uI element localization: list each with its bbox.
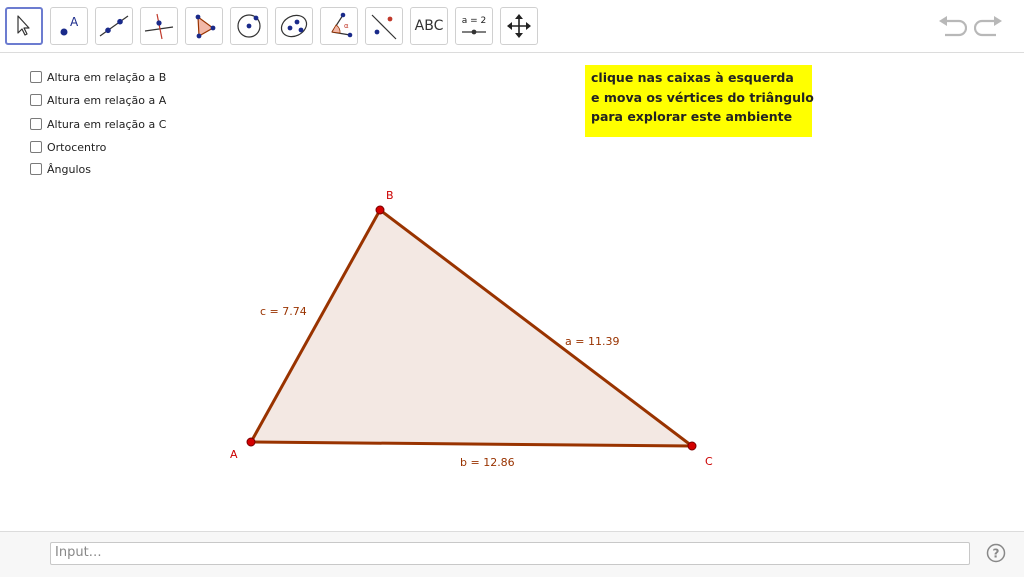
checkbox-label: Altura em relação a A: [47, 93, 167, 107]
checkbox-altura-b[interactable]: Altura em relação a B: [30, 69, 166, 85]
perpendicular-line-icon: [144, 13, 174, 40]
cursor-arrow-icon: [17, 15, 30, 36]
slider-tool-button[interactable]: a = 2: [455, 7, 493, 45]
perpendicular-line-tool-button[interactable]: [140, 7, 178, 45]
checkbox-ortocentro[interactable]: Ortocentro: [30, 139, 106, 155]
checkbox-altura-a[interactable]: Altura em relação a A: [30, 92, 166, 108]
side-label-a: a = 11.39: [565, 335, 619, 348]
polygon-icon: [195, 14, 216, 39]
move-arrows-icon: [507, 14, 531, 38]
svg-text:α: α: [344, 22, 349, 30]
note-line: clique nas caixas à esquerda: [591, 70, 794, 85]
checkbox-label: Altura em relação a B: [47, 70, 167, 84]
help-icon[interactable]: ?: [986, 543, 1006, 563]
checkbox-label: Ortocentro: [47, 140, 107, 154]
checkbox-box[interactable]: [30, 94, 42, 106]
vertex-label-B: B: [386, 189, 394, 202]
polygon-tool-button[interactable]: [185, 7, 223, 45]
input-bar: Input… ?: [0, 531, 1024, 577]
note-line: e mova os vértices do triângulo: [591, 89, 814, 105]
line-tool-button[interactable]: [95, 7, 133, 45]
checkbox-box[interactable]: [30, 71, 42, 83]
slider-icon: a = 2: [462, 16, 487, 35]
checkbox-box[interactable]: [30, 141, 42, 153]
vertex-A[interactable]: [246, 437, 256, 447]
redo-icon: [974, 16, 1002, 37]
point-tool-button[interactable]: A: [50, 7, 88, 45]
note-line: para explorar este ambiente: [591, 109, 793, 124]
redo-button[interactable]: [974, 14, 1004, 40]
ellipse-tool-button[interactable]: [275, 7, 313, 45]
triangle-polygon[interactable]: [251, 210, 692, 446]
reflect-about-line-icon: [371, 14, 397, 40]
checkbox-box[interactable]: [30, 118, 42, 130]
checkbox-label: Altura em relação a C: [47, 117, 167, 131]
side-label-b: b = 12.86: [460, 456, 515, 469]
text-icon: ABC: [414, 18, 444, 34]
vertex-B[interactable]: [375, 205, 385, 215]
angle-icon: α: [331, 12, 353, 38]
line-through-points-icon: [99, 15, 129, 37]
instruction-note: clique nas caixas à esquerda e mova os v…: [585, 65, 814, 137]
text-tool-button[interactable]: ABC: [410, 7, 448, 45]
toolbar: A α ABC a = 2: [0, 0, 1024, 53]
checkbox-altura-c[interactable]: Altura em relação a C: [30, 116, 166, 132]
reflect-tool-button[interactable]: [365, 7, 403, 45]
checkbox-angulos[interactable]: Ângulos: [30, 161, 91, 177]
angle-tool-button[interactable]: α: [320, 7, 358, 45]
svg-text:A: A: [70, 15, 79, 29]
circle-tool-button[interactable]: [230, 7, 268, 45]
circle-center-point-icon: [237, 14, 261, 38]
vertex-label-C: C: [705, 455, 713, 468]
input-field[interactable]: Input…: [50, 542, 970, 565]
slider-icon-label: a = 2: [462, 16, 487, 26]
move-graphics-view-tool-button[interactable]: [500, 7, 538, 45]
point-icon: A: [60, 15, 79, 36]
checkbox-label: Ângulos: [47, 162, 91, 176]
move-tool-button[interactable]: [5, 7, 43, 45]
vertex-C[interactable]: [687, 441, 697, 451]
side-label-c: c = 7.74: [260, 305, 307, 318]
vertex-label-A: A: [230, 448, 238, 461]
checkbox-box[interactable]: [30, 163, 42, 175]
undo-icon: [939, 16, 967, 37]
ellipse-icon: [280, 14, 308, 38]
svg-text:?: ?: [993, 547, 1000, 561]
undo-button[interactable]: [937, 14, 967, 40]
